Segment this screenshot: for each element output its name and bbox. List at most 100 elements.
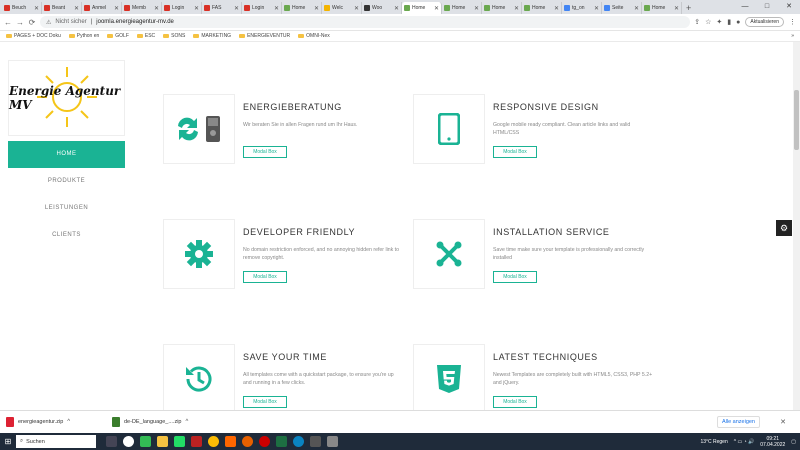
app-icon[interactable] xyxy=(327,436,338,447)
close-tab-icon[interactable]: ✕ xyxy=(34,5,39,12)
nav-item-home[interactable]: HOME xyxy=(8,141,125,168)
browser-tab[interactable]: Home ✕ xyxy=(402,2,442,14)
close-tab-icon[interactable]: ✕ xyxy=(474,5,479,12)
close-tab-icon[interactable]: ✕ xyxy=(234,5,239,12)
browser-tab[interactable]: Home ✕ xyxy=(482,2,522,14)
bookmark-item[interactable]: Python en xyxy=(68,33,99,39)
bookmark-item[interactable]: ENERGIEVENTUR xyxy=(239,33,290,39)
close-window-button[interactable]: ✕ xyxy=(778,0,800,14)
browser-tab[interactable]: Home ✕ xyxy=(642,2,682,14)
close-tab-icon[interactable]: ✕ xyxy=(314,5,319,12)
close-tab-icon[interactable]: ✕ xyxy=(594,5,599,12)
show-all-downloads-button[interactable]: Alle anzeigen xyxy=(716,416,760,428)
maximize-button[interactable]: □ xyxy=(756,0,778,14)
close-tab-icon[interactable]: ✕ xyxy=(74,5,79,12)
football-app-icon[interactable] xyxy=(123,436,134,447)
clock[interactable]: 09:21 07.04.2022 xyxy=(760,436,785,448)
forward-icon[interactable]: → xyxy=(16,18,24,27)
task-view-icon[interactable] xyxy=(106,436,117,447)
modal-box-button[interactable]: Modal Box xyxy=(243,271,287,283)
extensions-icon[interactable]: ✦ xyxy=(716,18,722,26)
new-tab-button[interactable]: + xyxy=(682,2,695,14)
browser-tab[interactable]: Home ✕ xyxy=(522,2,562,14)
close-tab-icon[interactable]: ✕ xyxy=(154,5,159,12)
browser-tab[interactable]: tg_on ✕ xyxy=(562,2,602,14)
browser-tab[interactable]: Memb ✕ xyxy=(122,2,162,14)
browser-tab[interactable]: Login ✕ xyxy=(242,2,282,14)
close-tab-icon[interactable]: ✕ xyxy=(674,5,679,12)
close-tab-icon[interactable]: ✕ xyxy=(114,5,119,12)
modal-box-button[interactable]: Modal Box xyxy=(243,146,287,158)
sidepanel-icon[interactable]: ▮ xyxy=(727,18,731,26)
reload-icon[interactable]: ⟳ xyxy=(28,18,36,27)
modal-box-button[interactable]: Modal Box xyxy=(493,396,537,408)
tab-label: Home xyxy=(412,5,426,11)
weather-info[interactable]: 13°C Regen xyxy=(700,439,727,445)
close-tab-icon[interactable]: ✕ xyxy=(354,5,359,12)
bookmarks-overflow[interactable]: » xyxy=(791,33,794,39)
close-tab-icon[interactable]: ✕ xyxy=(394,5,399,12)
nav-item-clients[interactable]: CLIENTS xyxy=(8,222,125,249)
update-button[interactable]: Aktualisieren xyxy=(745,17,784,27)
nav-item-leistungen[interactable]: LEISTUNGEN xyxy=(8,195,125,222)
modal-box-button[interactable]: Modal Box xyxy=(493,271,537,283)
site-logo[interactable]: Energie Agentur MV xyxy=(8,60,125,136)
chevron-up-icon[interactable]: ^ xyxy=(185,419,188,425)
close-tab-icon[interactable]: ✕ xyxy=(514,5,519,12)
modal-box-button[interactable]: Modal Box xyxy=(243,396,287,408)
filezilla-icon[interactable] xyxy=(191,436,202,447)
browser-tab[interactable]: Anmel ✕ xyxy=(82,2,122,14)
browser-tab[interactable]: Beuch ✕ xyxy=(2,2,42,14)
firefox-icon[interactable] xyxy=(242,436,253,447)
tray-icons[interactable]: ^ ▭ ◔ 🔊 xyxy=(734,439,754,445)
close-tab-icon[interactable]: ✕ xyxy=(274,5,279,12)
notifications-icon[interactable]: ▢ xyxy=(791,439,796,445)
windows-start-icon[interactable]: ⊞ xyxy=(0,437,16,446)
download-item[interactable]: energieagentur.zip ^ xyxy=(6,417,102,427)
app-icon[interactable] xyxy=(140,436,151,447)
close-tab-icon[interactable]: ✕ xyxy=(634,5,639,12)
bookmark-item[interactable]: PAGES + DOC Doku xyxy=(6,33,61,39)
share-icon[interactable]: ⇪ xyxy=(694,18,700,26)
minimize-button[interactable]: — xyxy=(734,0,756,14)
browser-tab[interactable]: FAS ✕ xyxy=(202,2,242,14)
nav-item-produkte[interactable]: PRODUKTE xyxy=(8,168,125,195)
brave-icon[interactable] xyxy=(225,436,236,447)
settings-gear-icon[interactable]: ⚙ xyxy=(776,220,792,236)
browser-tab[interactable]: Woo ✕ xyxy=(362,2,402,14)
modal-box-button[interactable]: Modal Box xyxy=(493,146,537,158)
scrollbar-thumb[interactable] xyxy=(794,90,799,150)
close-tab-icon[interactable]: ✕ xyxy=(554,5,559,12)
bookmark-item[interactable]: OMNI-Nex xyxy=(298,33,330,39)
browser-tab[interactable]: Home ✕ xyxy=(442,2,482,14)
back-icon[interactable]: ← xyxy=(4,18,12,27)
tab-label: Beuch xyxy=(12,5,27,11)
app-icon[interactable] xyxy=(174,436,185,447)
chevron-up-icon[interactable]: ^ xyxy=(67,419,70,425)
bookmark-item[interactable]: MARKETING xyxy=(193,33,231,39)
browser-tab[interactable]: Login ✕ xyxy=(162,2,202,14)
chrome-icon[interactable] xyxy=(208,436,219,447)
bookmark-item[interactable]: SONS xyxy=(163,33,185,39)
browser-tab[interactable]: Welc ✕ xyxy=(322,2,362,14)
close-tab-icon[interactable]: ✕ xyxy=(434,5,439,12)
opera-icon[interactable] xyxy=(259,436,270,447)
download-item[interactable]: de-DE_language_....zip ^ xyxy=(112,417,208,427)
url-input[interactable]: ⚠ Nicht sicher | joomla.energieagentur-m… xyxy=(40,16,691,28)
browser-tab[interactable]: Home ✕ xyxy=(282,2,322,14)
browser-tab[interactable]: Beant ✕ xyxy=(42,2,82,14)
bookmark-item[interactable]: ESC xyxy=(136,33,155,39)
profile-icon[interactable]: ● xyxy=(736,19,740,26)
explorer-icon[interactable] xyxy=(157,436,168,447)
close-downloads-icon[interactable]: ✕ xyxy=(780,418,786,426)
edge-icon[interactable] xyxy=(293,436,304,447)
taskbar-search-input[interactable]: ⌕ Suchen xyxy=(16,435,96,448)
browser-tab[interactable]: Seite ✕ xyxy=(602,2,642,14)
star-icon[interactable]: ☆ xyxy=(705,18,711,26)
close-tab-icon[interactable]: ✕ xyxy=(194,5,199,12)
page-scrollbar[interactable] xyxy=(793,42,800,410)
bookmark-item[interactable]: GOLF xyxy=(107,33,129,39)
excel-icon[interactable] xyxy=(276,436,287,447)
menu-icon[interactable]: ⋮ xyxy=(789,18,796,26)
app-icon[interactable] xyxy=(310,436,321,447)
